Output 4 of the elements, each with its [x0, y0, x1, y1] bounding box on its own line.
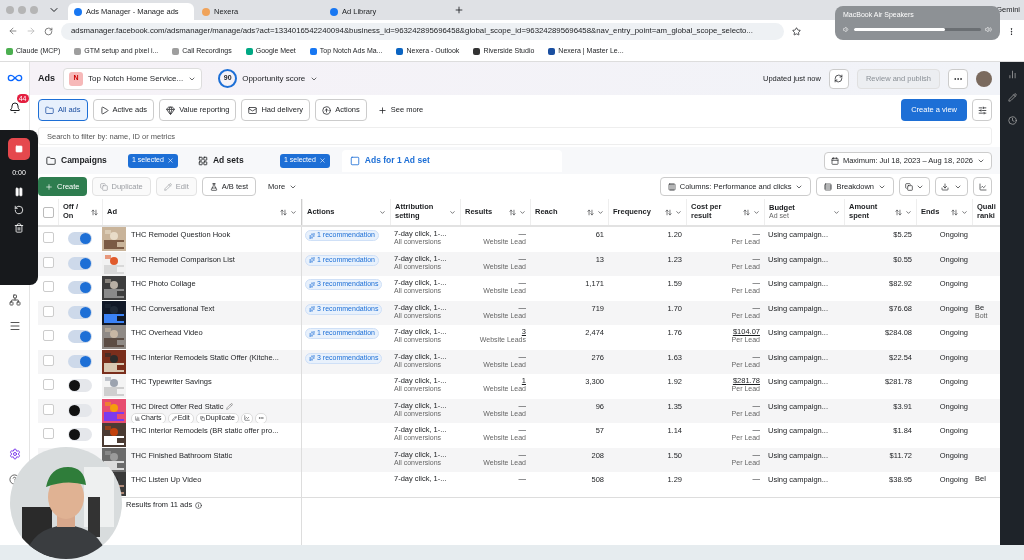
level-tab[interactable]: Ads for 1 Ad set	[341, 149, 562, 172]
page-title: Ads	[38, 71, 55, 85]
level-tab[interactable]: Campaigns	[38, 149, 118, 172]
level-tab[interactable]: Ad sets	[189, 149, 270, 172]
